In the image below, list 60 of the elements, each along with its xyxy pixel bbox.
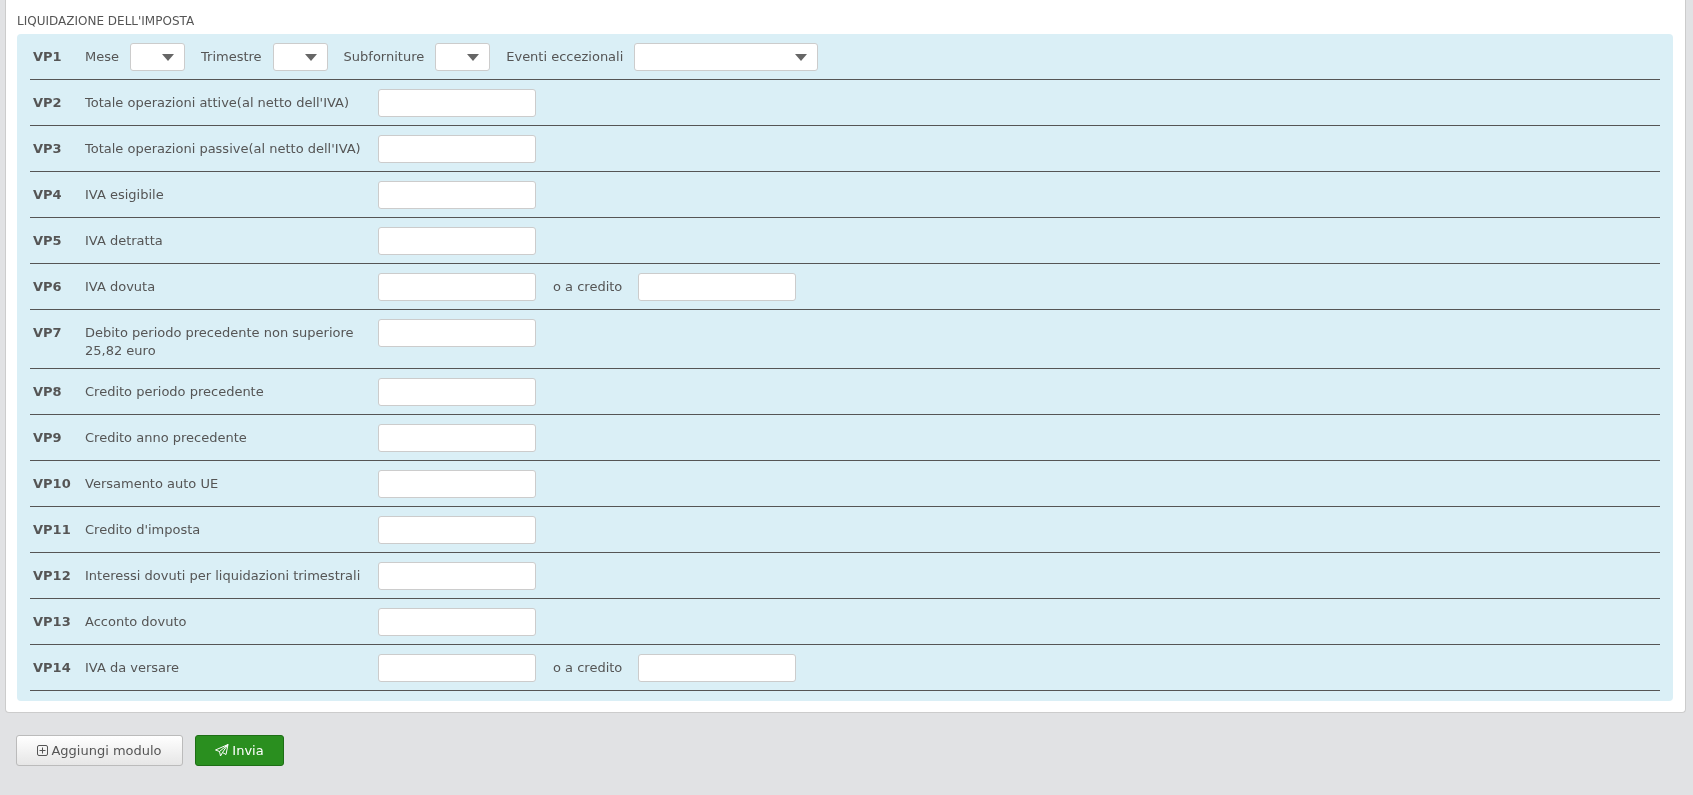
caret-icon (795, 53, 808, 61)
field-label: Interessi dovuti per liquidazioni trimestrali (85, 567, 362, 585)
row-code: VP10 (32, 475, 72, 493)
row-code: VP2 (32, 94, 63, 112)
row-code: VP6 (32, 278, 63, 296)
row-code: VP9 (32, 429, 63, 447)
add-module-button[interactable]: Aggiungi modulo (16, 735, 183, 766)
field-label: IVA esigibile (85, 186, 165, 204)
field-label: IVA da versare (85, 659, 181, 677)
input-field[interactable] (378, 273, 536, 301)
caret-icon (304, 53, 317, 61)
input-field[interactable] (378, 135, 536, 163)
row-code: VP14 (32, 659, 72, 677)
input-field[interactable] (638, 273, 797, 301)
input-field[interactable] (378, 227, 536, 255)
field-label: IVA dovuta (85, 278, 157, 296)
field-label: Mese (85, 48, 119, 66)
input-field[interactable] (378, 378, 536, 406)
field-label: Trimestre (201, 48, 262, 66)
paper-plane-icon (215, 744, 230, 757)
dropdown[interactable] (435, 43, 491, 71)
field-label: IVA detratta (85, 232, 164, 250)
input-field[interactable] (378, 654, 536, 682)
field-label: Credito periodo precedente (85, 383, 265, 401)
input-field[interactable] (378, 424, 536, 452)
field-label: o a credito (553, 659, 623, 677)
field-label: Totale operazioni passive(al netto dell'IVA) (85, 140, 362, 158)
caret-icon (467, 53, 480, 61)
send-button[interactable]: Invia (195, 735, 284, 766)
row-code: VP12 (32, 567, 72, 585)
input-field[interactable] (378, 516, 536, 544)
row-code: VP4 (32, 186, 63, 204)
row-code: VP5 (32, 232, 63, 250)
plus-square-icon (37, 745, 49, 756)
input-field[interactable] (378, 608, 536, 636)
field-label: Credito d'imposta (85, 521, 202, 539)
caret-icon (162, 53, 174, 61)
dropdown[interactable] (130, 43, 185, 71)
row-code: VP13 (32, 613, 72, 631)
field-label: Eventi eccezionali (506, 48, 624, 66)
dropdown[interactable] (272, 43, 328, 71)
row-code: VP3 (32, 140, 63, 158)
field-label: Debito periodo precedente non superiore 25,82 euro (85, 324, 355, 360)
field-label: Acconto dovuto (85, 613, 188, 631)
row-code: VP11 (32, 521, 72, 539)
row-code: VP8 (32, 383, 63, 401)
field-label: Totale operazioni attive(al netto dell'IVA) (85, 94, 351, 112)
section-title: LIQUIDAZIONE DELL'IMPOSTA (17, 14, 196, 28)
field-label: Subforniture (343, 48, 425, 66)
field-label: Credito anno precedente (85, 429, 248, 447)
input-field[interactable] (378, 181, 536, 209)
field-label: Versamento auto UE (85, 475, 220, 493)
field-label: o a credito (553, 278, 623, 296)
row-code: VP7 (32, 324, 63, 342)
input-field[interactable] (378, 89, 536, 117)
input-field[interactable] (378, 562, 536, 590)
input-field[interactable] (638, 654, 797, 682)
input-field[interactable] (378, 319, 536, 347)
row-code: VP1 (32, 48, 63, 66)
input-field[interactable] (378, 470, 536, 498)
